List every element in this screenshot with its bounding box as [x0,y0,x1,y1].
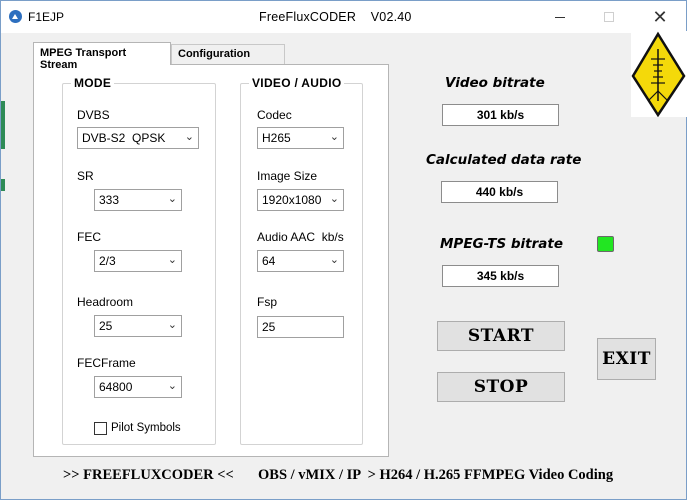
chevron-down-icon: ⌄ [329,131,339,143]
chevron-down-icon: ⌄ [329,193,339,205]
fecframe-value: 64800 [99,380,133,394]
stop-button[interactable]: STOP [437,372,565,402]
chevron-down-icon: ⌄ [329,254,339,266]
fecframe-label: FECFrame [77,356,136,370]
pilot-symbols-label: Pilot Symbols [111,422,181,434]
codec-select[interactable]: H265 ⌄ [257,127,344,149]
chevron-down-icon: ⌄ [167,193,177,205]
sr-select[interactable]: 333 ⌄ [94,189,182,211]
close-button[interactable]: ✕ [637,1,683,33]
headroom-value: 25 [99,319,113,333]
close-icon: ✕ [652,6,668,27]
minimize-button[interactable] [537,1,583,33]
mpeg-ts-bitrate-value: 345 kb/s [442,265,559,287]
image-size-select[interactable]: 1920x1080 ⌄ [257,189,344,211]
mpeg-ts-bitrate-label: MPEG-TS bitrate [440,236,564,252]
chevron-down-icon: ⌄ [167,319,177,331]
audio-aac-label: Audio AAC kb/s [257,230,344,244]
status-led [597,236,614,252]
dvbs-value: DVB-S2 QPSK [82,131,166,145]
dvbs-label: DVBS [77,108,110,122]
fec-label: FEC [77,230,101,244]
tab-mpeg-transport-stream[interactable]: MPEG Transport Stream [33,42,171,71]
exit-button[interactable]: EXIT [597,338,656,380]
calculated-data-rate-label: Calculated data rate [426,152,582,168]
minimize-icon [555,16,565,18]
video-audio-group: VIDEO / AUDIO Codec H265 ⌄ Image Size 19… [240,76,363,445]
mode-legend: MODE [71,76,115,90]
tab-panel: MODE DVBS DVB-S2 QPSK ⌄ SR 333 ⌄ FEC 2/3… [33,64,389,457]
chevron-down-icon: ⌄ [167,380,177,392]
footer-brand: >> FREEFLUXCODER << [63,467,234,483]
window-edge-accent [1,101,5,149]
dvbs-select[interactable]: DVB-S2 QPSK ⌄ [77,127,199,149]
fsp-value: 25 [262,320,276,334]
chevron-down-icon: ⌄ [167,254,177,266]
image-size-value: 1920x1080 [262,193,322,207]
maximize-icon [604,12,614,22]
video-bitrate-value: 301 kb/s [442,104,559,126]
pilot-symbols-checkbox[interactable] [94,422,107,435]
codec-value: H265 [262,131,291,145]
image-size-label: Image Size [257,169,318,183]
sr-value: 333 [99,193,120,207]
video-audio-legend: VIDEO / AUDIO [249,76,345,90]
maximize-button[interactable] [586,1,632,33]
title-bar[interactable]: F1EJP FreeFluxCODER V02.40 ✕ [1,1,686,33]
window-title-left: F1EJP [28,10,65,24]
sr-label: SR [77,169,94,183]
calculated-data-rate-value: 440 kb/s [441,181,558,203]
tab-configuration[interactable]: Configuration [171,44,285,64]
headroom-label: Headroom [77,295,134,309]
logo-svg [631,31,687,118]
window-edge-accent [1,179,5,191]
app-icon [9,10,22,23]
codec-label: Codec [257,108,292,122]
app-window: F1EJP FreeFluxCODER V02.40 ✕ MPEG Transp… [0,0,687,500]
audio-aac-select[interactable]: 64 ⌄ [257,250,344,272]
fec-value: 2/3 [99,254,116,268]
antenna-logo-icon [631,31,687,118]
mode-group: MODE DVBS DVB-S2 QPSK ⌄ SR 333 ⌄ FEC 2/3… [62,76,216,445]
video-bitrate-label: Video bitrate [445,75,545,91]
fsp-label: Fsp [257,295,278,309]
fec-select[interactable]: 2/3 ⌄ [94,250,182,272]
start-button[interactable]: START [437,321,565,351]
fecframe-select[interactable]: 64800 ⌄ [94,376,182,398]
footer-description: OBS / vMIX / IP > H264 / H.265 FFMPEG Vi… [258,467,614,483]
chevron-down-icon: ⌄ [184,131,194,143]
window-title: FreeFluxCODER V02.40 [259,10,412,24]
headroom-select[interactable]: 25 ⌄ [94,315,182,337]
fsp-input[interactable]: 25 [257,316,344,338]
audio-aac-value: 64 [262,254,276,268]
